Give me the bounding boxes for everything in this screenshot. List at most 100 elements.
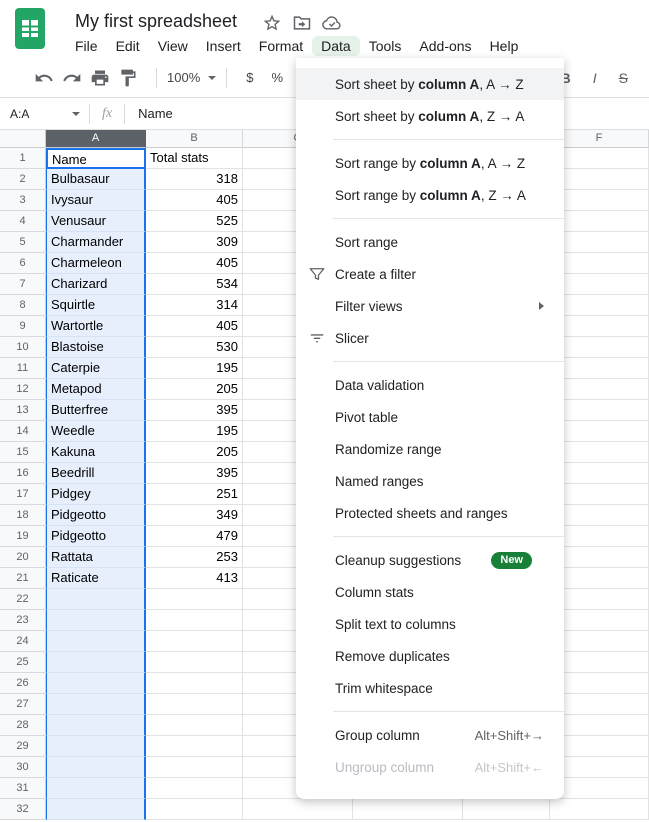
cell-F29[interactable]: [550, 736, 649, 757]
cell-B8[interactable]: 314: [146, 295, 243, 316]
cell-B2[interactable]: 318: [146, 169, 243, 190]
cell-F4[interactable]: [550, 211, 649, 232]
menu-item-randomize-range[interactable]: Randomize range: [296, 433, 564, 465]
cell-F15[interactable]: [550, 442, 649, 463]
cell-F32[interactable]: [550, 799, 649, 820]
cell-A30[interactable]: [46, 757, 146, 778]
menu-item-sort-range[interactable]: Sort range: [296, 226, 564, 258]
document-title[interactable]: My first spreadsheet: [75, 11, 237, 32]
row-header-7[interactable]: 7: [0, 274, 46, 295]
menu-item-remove-duplicates[interactable]: Remove duplicates: [296, 640, 564, 672]
cell-B3[interactable]: 405: [146, 190, 243, 211]
cell-E32[interactable]: [463, 799, 550, 820]
row-header-32[interactable]: 32: [0, 799, 46, 820]
cell-A10[interactable]: Blastoise: [46, 337, 146, 358]
row-header-19[interactable]: 19: [0, 526, 46, 547]
cell-B10[interactable]: 530: [146, 337, 243, 358]
row-header-9[interactable]: 9: [0, 316, 46, 337]
menu-item-pivot-table[interactable]: Pivot table: [296, 401, 564, 433]
cell-F13[interactable]: [550, 400, 649, 421]
row-header-10[interactable]: 10: [0, 337, 46, 358]
cell-A29[interactable]: [46, 736, 146, 757]
cell-F7[interactable]: [550, 274, 649, 295]
cell-C32[interactable]: [243, 799, 353, 820]
zoom-select[interactable]: 100%: [167, 70, 216, 85]
menu-item-sort-range-by-column-a-a-z[interactable]: Sort range by column A, A → Z: [296, 147, 564, 179]
cell-A11[interactable]: Caterpie: [46, 358, 146, 379]
cell-A4[interactable]: Venusaur: [46, 211, 146, 232]
star-icon[interactable]: [262, 13, 282, 33]
row-header-13[interactable]: 13: [0, 400, 46, 421]
row-header-30[interactable]: 30: [0, 757, 46, 778]
menu-item-sort-range-by-column-a-z-a[interactable]: Sort range by column A, Z → A: [296, 179, 564, 211]
cell-A25[interactable]: [46, 652, 146, 673]
cell-A2[interactable]: Bulbasaur: [46, 169, 146, 190]
menu-item-slicer[interactable]: Slicer: [296, 322, 564, 354]
cell-F24[interactable]: [550, 631, 649, 652]
cell-F31[interactable]: [550, 778, 649, 799]
menu-item-column-stats[interactable]: Column stats: [296, 576, 564, 608]
menu-item-named-ranges[interactable]: Named ranges: [296, 465, 564, 497]
row-header-21[interactable]: 21: [0, 568, 46, 589]
cell-F3[interactable]: [550, 190, 649, 211]
row-header-4[interactable]: 4: [0, 211, 46, 232]
cell-F19[interactable]: [550, 526, 649, 547]
format-percent-button[interactable]: %: [271, 70, 283, 85]
column-header-a[interactable]: A: [46, 130, 146, 148]
cell-F22[interactable]: [550, 589, 649, 610]
cell-F26[interactable]: [550, 673, 649, 694]
menu-item-split-text-to-columns[interactable]: Split text to columns: [296, 608, 564, 640]
cell-A18[interactable]: Pidgeotto: [46, 505, 146, 526]
cell-B26[interactable]: [146, 673, 243, 694]
cell-B18[interactable]: 349: [146, 505, 243, 526]
menubar-item-edit[interactable]: Edit: [107, 36, 149, 56]
name-box[interactable]: A:A: [0, 107, 72, 121]
cell-F30[interactable]: [550, 757, 649, 778]
cell-B11[interactable]: 195: [146, 358, 243, 379]
menu-item-group-column[interactable]: Group columnAlt+Shift+→: [296, 719, 564, 751]
row-header-31[interactable]: 31: [0, 778, 46, 799]
cell-B17[interactable]: 251: [146, 484, 243, 505]
row-header-22[interactable]: 22: [0, 589, 46, 610]
menubar-item-insert[interactable]: Insert: [197, 36, 250, 56]
menu-item-data-validation[interactable]: Data validation: [296, 369, 564, 401]
row-header-25[interactable]: 25: [0, 652, 46, 673]
cell-F25[interactable]: [550, 652, 649, 673]
menu-item-create-a-filter[interactable]: Create a filter: [296, 258, 564, 290]
cell-B19[interactable]: 479: [146, 526, 243, 547]
menubar-item-data[interactable]: Data: [312, 36, 360, 56]
menu-item-sort-sheet-by-column-a-a-z[interactable]: Sort sheet by column A, A → Z: [296, 68, 564, 100]
column-header-b[interactable]: B: [146, 130, 243, 148]
cell-F9[interactable]: [550, 316, 649, 337]
cell-B25[interactable]: [146, 652, 243, 673]
cell-A13[interactable]: Butterfree: [46, 400, 146, 421]
cell-A5[interactable]: Charmander: [46, 232, 146, 253]
cell-A26[interactable]: [46, 673, 146, 694]
menu-item-filter-views[interactable]: Filter views: [296, 290, 564, 322]
move-folder-icon[interactable]: [292, 13, 312, 33]
row-header-20[interactable]: 20: [0, 547, 46, 568]
redo-icon[interactable]: [62, 68, 82, 88]
cloud-saved-icon[interactable]: [322, 13, 342, 33]
formula-input[interactable]: Name: [125, 106, 173, 121]
cell-A7[interactable]: Charizard: [46, 274, 146, 295]
menubar-item-help[interactable]: Help: [481, 36, 528, 56]
row-header-2[interactable]: 2: [0, 169, 46, 190]
cell-B28[interactable]: [146, 715, 243, 736]
row-header-24[interactable]: 24: [0, 631, 46, 652]
cell-A23[interactable]: [46, 610, 146, 631]
row-header-17[interactable]: 17: [0, 484, 46, 505]
cell-F27[interactable]: [550, 694, 649, 715]
cell-F10[interactable]: [550, 337, 649, 358]
row-header-14[interactable]: 14: [0, 421, 46, 442]
cell-A6[interactable]: Charmeleon: [46, 253, 146, 274]
cell-F28[interactable]: [550, 715, 649, 736]
cell-A22[interactable]: [46, 589, 146, 610]
cell-B27[interactable]: [146, 694, 243, 715]
cell-B13[interactable]: 395: [146, 400, 243, 421]
menubar-item-tools[interactable]: Tools: [360, 36, 411, 56]
cell-A32[interactable]: [46, 799, 146, 820]
strikethrough-button[interactable]: S: [619, 70, 628, 86]
cell-A21[interactable]: Raticate: [46, 568, 146, 589]
cell-A24[interactable]: [46, 631, 146, 652]
